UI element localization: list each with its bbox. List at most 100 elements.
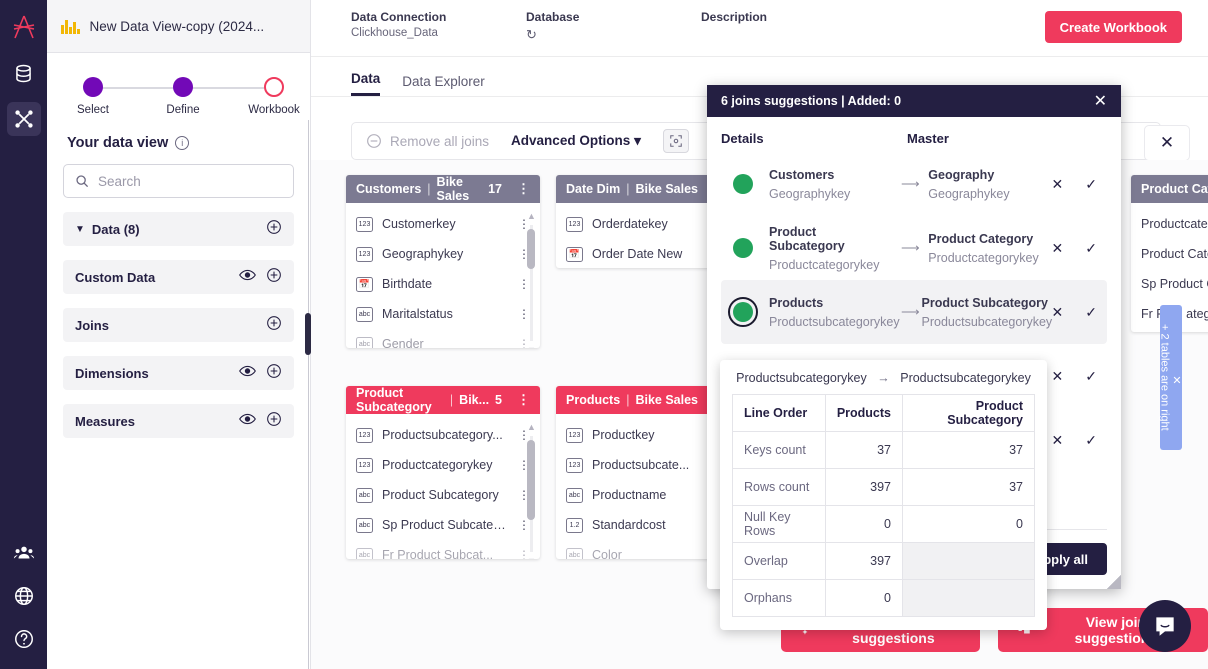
scroll-down-arrow-icon[interactable]: ▼ bbox=[527, 556, 535, 559]
eye-icon[interactable] bbox=[239, 268, 256, 287]
remove-all-joins-button[interactable]: Remove all joins bbox=[366, 133, 489, 149]
field-row[interactable]: abc Sp Product Subcateg... ⋮ bbox=[346, 510, 540, 540]
advanced-options-label: Advanced Options bbox=[511, 133, 630, 148]
sidebar-item-measures[interactable]: Measures bbox=[63, 404, 294, 438]
join-suggestion-row-selected[interactable]: Products Productsubcategorykey ⟶ Product… bbox=[721, 280, 1107, 344]
section-label: Data (8) bbox=[92, 222, 266, 237]
field-row[interactable]: abc Gender ⋮ bbox=[346, 329, 540, 348]
row-right-value: 37 bbox=[903, 469, 1035, 506]
fit-to-screen-icon[interactable] bbox=[663, 129, 689, 153]
field-name: Fr Product Subcat... bbox=[382, 548, 509, 559]
scroll-up-arrow-icon[interactable]: ▲ bbox=[527, 211, 535, 221]
add-icon[interactable] bbox=[266, 363, 282, 384]
users-icon[interactable] bbox=[13, 542, 35, 569]
reject-icon[interactable]: ✕ bbox=[1052, 304, 1064, 321]
field-row[interactable]: abc Product Subcategory ⋮ bbox=[346, 480, 540, 510]
card-header[interactable]: Product Category | B bbox=[1131, 175, 1208, 203]
accept-icon[interactable]: ✓ bbox=[1085, 368, 1097, 385]
sidebar-item-custom-data[interactable]: Custom Data bbox=[63, 260, 294, 294]
tab-data-explorer[interactable]: Data Explorer bbox=[402, 74, 485, 96]
field-row[interactable]: 📅 Birthdate ⋮ bbox=[346, 269, 540, 299]
card-header[interactable]: Customers | Bike Sales 17 ⋮ bbox=[346, 175, 540, 203]
step-select[interactable]: Select bbox=[65, 75, 121, 116]
accept-icon[interactable]: ✓ bbox=[1085, 176, 1097, 193]
reject-icon[interactable]: ✕ bbox=[1052, 432, 1064, 449]
help-icon[interactable] bbox=[13, 628, 35, 655]
master-table: Product Subcategory bbox=[922, 296, 1052, 310]
tab-data[interactable]: Data bbox=[351, 71, 380, 96]
close-panel-button[interactable]: ✕ bbox=[1144, 125, 1190, 161]
table-card-product-subcategory[interactable]: Product Subcategory | Bik... 5 ⋮ 123 Pro… bbox=[346, 386, 540, 559]
kebab-icon[interactable]: ⋮ bbox=[517, 181, 530, 197]
kebab-icon[interactable]: ⋮ bbox=[517, 392, 530, 408]
database-icon[interactable] bbox=[7, 56, 41, 90]
join-suggestion-row[interactable]: Customers Geographykey ⟶ Geography Geogr… bbox=[721, 152, 1107, 216]
tables-on-right-badge[interactable]: + 2 tables are on right ✕ bbox=[1160, 305, 1182, 450]
field-row[interactable]: Productcategory bbox=[1131, 209, 1208, 239]
calendar-type-icon: 📅 bbox=[566, 247, 583, 262]
add-icon[interactable] bbox=[266, 267, 282, 288]
accept-icon[interactable]: ✓ bbox=[1085, 240, 1097, 257]
field-row[interactable]: abc Fr Product Subcat... ⋮ bbox=[346, 540, 540, 559]
close-icon[interactable]: ✕ bbox=[1171, 374, 1184, 387]
add-icon[interactable] bbox=[266, 315, 282, 336]
add-icon[interactable] bbox=[266, 219, 282, 240]
type-icon: abc bbox=[566, 548, 583, 560]
detail-pair: Customers Geographykey bbox=[769, 168, 892, 201]
card-scrollbar[interactable]: ▲ ▼ bbox=[527, 422, 535, 559]
app-root: New Data View-copy (2024... Select Defin… bbox=[0, 0, 1208, 669]
eye-icon[interactable] bbox=[239, 412, 256, 431]
join-suggestions-modal: 6 joins suggestions | Added: 0 ✕ Details… bbox=[707, 85, 1121, 589]
field-row[interactable]: 123 Geographykey ⋮ bbox=[346, 239, 540, 269]
accept-icon[interactable]: ✓ bbox=[1085, 432, 1097, 449]
scroll-up-arrow-icon[interactable]: ▲ bbox=[527, 422, 535, 432]
row-right-value: 0 bbox=[903, 506, 1035, 543]
field-row[interactable]: abc Maritalstatus ⋮ bbox=[346, 299, 540, 329]
search-input[interactable]: Search bbox=[63, 164, 294, 198]
field-row[interactable]: 123 Customerkey ⋮ bbox=[346, 209, 540, 239]
table-card-customers[interactable]: Customers | Bike Sales 17 ⋮ 123 Customer… bbox=[346, 175, 540, 348]
type-icon: 123 bbox=[356, 217, 373, 232]
info-icon[interactable]: i bbox=[175, 136, 189, 150]
card-scrollbar[interactable]: ▲ ▼ bbox=[527, 211, 535, 348]
card-title: Customers bbox=[356, 182, 421, 196]
field-name: Gender bbox=[382, 337, 509, 348]
advanced-options-dropdown[interactable]: Advanced Options ▾ bbox=[511, 133, 641, 149]
field-row[interactable]: 123 Productcategorykey ⋮ bbox=[346, 450, 540, 480]
eye-icon[interactable] bbox=[239, 364, 256, 383]
step-define[interactable]: Define bbox=[155, 75, 211, 116]
reject-icon[interactable]: ✕ bbox=[1052, 176, 1064, 193]
sidebar-item-data[interactable]: ▼ Data (8) bbox=[63, 212, 294, 246]
join-suggestion-row[interactable]: Product Subcategory Productcategorykey ⟶… bbox=[721, 216, 1107, 280]
detail-table: Customers bbox=[769, 168, 892, 182]
add-icon[interactable] bbox=[266, 411, 282, 432]
scrollbar-thumb[interactable] bbox=[527, 229, 535, 269]
scroll-down-arrow-icon[interactable]: ▼ bbox=[527, 345, 535, 348]
panel-sections: ▼ Data (8) Custom Data bbox=[63, 212, 294, 438]
field-row[interactable]: Product Categor bbox=[1131, 239, 1208, 269]
field-name: Sp Product Subcateg... bbox=[382, 518, 509, 532]
scrollbar-thumb[interactable] bbox=[527, 440, 535, 520]
status-badge[interactable] bbox=[733, 302, 753, 322]
step-workbook[interactable]: Workbook bbox=[246, 75, 302, 116]
support-chat-button[interactable] bbox=[1139, 600, 1191, 652]
card-header[interactable]: Product Subcategory | Bik... 5 ⋮ bbox=[346, 386, 540, 414]
card-source: Bik... bbox=[459, 393, 489, 407]
globe-icon[interactable] bbox=[13, 585, 35, 612]
refresh-icon[interactable]: ↻ bbox=[526, 27, 579, 43]
modal-resize-handle[interactable] bbox=[1107, 575, 1121, 589]
field-row[interactable]: 123 Productsubcategory... ⋮ bbox=[346, 420, 540, 450]
row-right-value-blank bbox=[903, 580, 1035, 617]
joins-graph-icon[interactable] bbox=[7, 102, 41, 136]
card-title: Product Subcategory bbox=[356, 386, 444, 414]
sidebar-item-dimensions[interactable]: Dimensions bbox=[63, 356, 294, 390]
accept-icon[interactable]: ✓ bbox=[1085, 304, 1097, 321]
close-icon[interactable]: ✕ bbox=[1094, 91, 1107, 111]
create-workbook-button[interactable]: Create Workbook bbox=[1045, 11, 1182, 43]
field-row[interactable]: Sp Product Cate bbox=[1131, 269, 1208, 299]
sidebar-item-joins[interactable]: Joins bbox=[63, 308, 294, 342]
reject-icon[interactable]: ✕ bbox=[1052, 240, 1064, 257]
status-badge bbox=[733, 174, 753, 194]
reject-icon[interactable]: ✕ bbox=[1052, 368, 1064, 385]
row-actions: ✕ ✓ bbox=[1052, 176, 1103, 193]
